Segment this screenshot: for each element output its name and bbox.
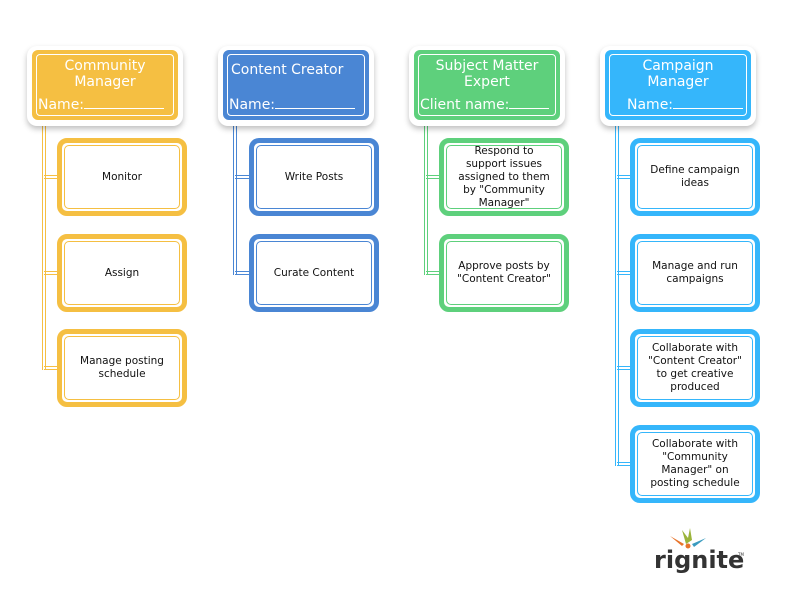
connector-branch bbox=[426, 175, 439, 179]
task-label: Assign bbox=[64, 241, 180, 305]
connector-branch bbox=[44, 175, 57, 179]
role-header-box: Campaign Manager Name: bbox=[605, 50, 751, 120]
task-box: Collaborate with "Content Creator" to ge… bbox=[630, 329, 760, 407]
task-box: Curate Content bbox=[249, 234, 379, 312]
name-blank-line[interactable] bbox=[275, 95, 356, 109]
role-header: Campaign Manager Name: bbox=[600, 46, 756, 126]
name-label: Client name: bbox=[420, 97, 510, 113]
svg-text:TM: TM bbox=[737, 552, 744, 557]
connector-branch bbox=[617, 175, 630, 179]
connector-branch bbox=[617, 271, 630, 275]
task-box: Respond to support issues assigned to th… bbox=[439, 138, 569, 216]
role-title: Campaign Manager bbox=[642, 58, 714, 90]
role-header-box: Community Manager Name: bbox=[32, 50, 178, 120]
name-field-label: Name: bbox=[229, 95, 356, 113]
name-field-label: Name: bbox=[38, 95, 165, 113]
task-label: Respond to support issues assigned to th… bbox=[446, 145, 562, 209]
connector-branch bbox=[44, 271, 57, 275]
role-header: Subject Matter Expert Client name: bbox=[409, 46, 565, 126]
name-field-label: Client name: bbox=[420, 95, 550, 113]
name-field-label: Name: bbox=[627, 95, 744, 113]
connector-trunk bbox=[615, 120, 619, 466]
connector-branch bbox=[235, 271, 249, 275]
task-box: Monitor bbox=[57, 138, 187, 216]
logo-text: rignite bbox=[654, 546, 744, 574]
role-title: Subject Matter Expert bbox=[435, 58, 539, 90]
connector-branch bbox=[426, 271, 439, 275]
task-box: Define campaign ideas bbox=[630, 138, 760, 216]
task-label: Curate Content bbox=[256, 241, 372, 305]
connector-branch bbox=[617, 462, 630, 466]
role-title: Community Manager bbox=[64, 58, 146, 90]
connector-trunk bbox=[424, 120, 428, 275]
task-label: Approve posts by "Content Creator" bbox=[446, 241, 562, 305]
role-header: Content Creator Name: bbox=[218, 46, 374, 126]
task-label: Monitor bbox=[64, 145, 180, 209]
role-header: Community Manager Name: bbox=[27, 46, 183, 126]
task-label: Manage posting schedule bbox=[64, 336, 180, 400]
connector-trunk bbox=[233, 120, 237, 275]
connector-branch bbox=[235, 175, 249, 179]
task-label: Manage and run campaigns bbox=[637, 241, 753, 305]
task-box: Assign bbox=[57, 234, 187, 312]
task-box: Approve posts by "Content Creator" bbox=[439, 234, 569, 312]
task-box: Write Posts bbox=[249, 138, 379, 216]
task-label: Write Posts bbox=[256, 145, 372, 209]
name-blank-line[interactable] bbox=[84, 95, 165, 109]
task-box: Manage posting schedule bbox=[57, 329, 187, 407]
role-header-box: Content Creator Name: bbox=[223, 50, 369, 120]
task-label: Define campaign ideas bbox=[637, 145, 753, 209]
name-label: Name: bbox=[38, 97, 85, 113]
task-label: Collaborate with "Content Creator" to ge… bbox=[637, 336, 753, 400]
role-title: Content Creator bbox=[231, 62, 344, 78]
name-blank-line[interactable] bbox=[509, 95, 550, 109]
role-header-box: Subject Matter Expert Client name: bbox=[414, 50, 560, 120]
connector-branch bbox=[617, 366, 630, 370]
task-label: Collaborate with "Community Manager" on … bbox=[637, 432, 753, 496]
name-label: Name: bbox=[229, 97, 276, 113]
task-box: Manage and run campaigns bbox=[630, 234, 760, 312]
rignite-logo: rignite TM bbox=[654, 528, 744, 574]
connector-trunk bbox=[42, 120, 46, 370]
name-blank-line[interactable] bbox=[673, 95, 744, 109]
task-box: Collaborate with "Community Manager" on … bbox=[630, 425, 760, 503]
name-label: Name: bbox=[627, 97, 674, 113]
connector-branch bbox=[44, 366, 57, 370]
